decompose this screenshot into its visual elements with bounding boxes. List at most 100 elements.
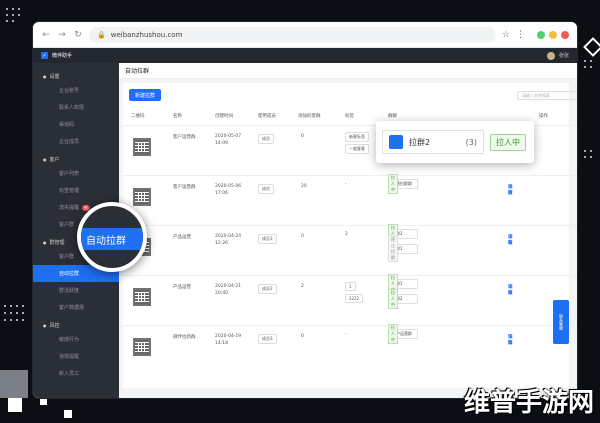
menu-dots-icon[interactable]: ⋮ — [516, 30, 525, 40]
address-bar[interactable]: 🔒 weibanzhushou.com — [89, 26, 496, 43]
column-header: 名称 — [173, 114, 182, 119]
sidebar-item[interactable]: 新入员工 — [33, 365, 119, 382]
sidebar-item[interactable]: 群活跃度 — [33, 282, 119, 299]
sidebar-item[interactable]: 客户列表 — [33, 165, 119, 182]
row-date: 2020-04-21 — [215, 284, 242, 289]
sidebar-item-label: 违规提醒 — [59, 354, 80, 360]
app-logo-icon: ✓ — [41, 52, 48, 59]
tag-chip: - — [345, 332, 347, 337]
group-name: 拉群2 — [409, 137, 431, 147]
column-header: 添加的客群 — [298, 114, 321, 119]
sidebar-item[interactable]: 敏感行为 — [33, 331, 119, 348]
forward-icon[interactable]: → — [57, 30, 67, 40]
contact-support-button[interactable]: 联系客服 — [553, 300, 569, 344]
table-row: 产品运营2020-04-2120:40成员3212222拉群1(0)拉人中拉群2… — [123, 274, 577, 325]
row-time: 14:09 — [215, 141, 228, 146]
row-date: 2020-04-24 — [215, 234, 242, 239]
member-button[interactable]: 成员3 — [258, 334, 277, 344]
qr-code-image[interactable] — [133, 338, 151, 356]
sidebar-group-1[interactable]: ● 客户 — [33, 150, 119, 165]
user-icon: ● — [43, 157, 47, 162]
new-group-button[interactable]: 新建拉群 — [129, 89, 162, 101]
sidebar-item[interactable]: 违规提醒 — [33, 348, 119, 365]
sidebar-group-label: 风控 — [49, 323, 60, 329]
row-time: 14:18 — [215, 341, 228, 346]
tag-chip: 一般客客 — [345, 144, 369, 154]
status-badge: 停止拉群 — [388, 236, 398, 262]
row-name: 客户运营群 — [173, 185, 196, 190]
sidebar-item-label: 客户数据报 — [59, 305, 85, 311]
sidebar-item-label: 标签管理 — [59, 188, 80, 194]
qr-code-image[interactable] — [133, 288, 151, 306]
lock-icon: 🔒 — [97, 30, 106, 39]
column-header: 标签 — [345, 114, 354, 119]
watermark: 维普手游网 — [463, 388, 594, 418]
sidebar-item[interactable]: 联系人权限 — [33, 99, 119, 116]
action-link[interactable]: 编辑 — [508, 234, 513, 246]
row-time: 12:26 — [215, 241, 228, 246]
row-time: 17:06 — [215, 191, 228, 196]
action-link[interactable]: 编辑 — [508, 334, 513, 346]
back-icon[interactable]: ← — [41, 30, 51, 40]
group-item[interactable]: 👤 拉群2 (3) — [382, 130, 484, 154]
sidebar-item[interactable]: 企业成员 — [33, 133, 119, 150]
action-link[interactable]: 编辑 — [508, 284, 513, 296]
group-icon: 👤 — [389, 135, 403, 149]
row-name: 客户运营群 — [173, 135, 196, 140]
column-header: 创建时间 — [215, 114, 233, 119]
qr-code-image[interactable] — [133, 138, 151, 156]
magnified-menu-item[interactable]: 自动拉群 — [81, 228, 143, 250]
row-date: 2020-05-07 — [215, 134, 242, 139]
reload-icon[interactable]: ↻ — [73, 30, 83, 40]
sidebar-item[interactable]: 渠道码 — [33, 116, 119, 133]
tag-chip: 1 — [345, 282, 356, 291]
sidebar-item-label: 新入员工 — [59, 371, 80, 377]
sidebar-item-label: 流失提醒 — [59, 205, 80, 211]
search-input[interactable]: 请输入名称搜索 — [517, 91, 577, 100]
sidebar-item[interactable]: 企业账号 — [33, 82, 119, 99]
sidebar-item-label: 企业账号 — [59, 88, 80, 94]
row-time: 20:40 — [215, 291, 228, 296]
sidebar-group-0[interactable]: ● 设置 — [33, 67, 119, 82]
action-link[interactable]: 编辑 — [508, 184, 513, 196]
sidebar-item-label: 群活跃度 — [59, 288, 80, 294]
row-name: 产品运营 — [173, 235, 191, 240]
maximize-icon[interactable] — [537, 30, 545, 39]
row-count: 2 — [301, 284, 304, 289]
minimize-icon[interactable] — [549, 30, 557, 39]
sidebar-item-label: 敏感行为 — [59, 337, 80, 343]
status-badge: 拉人中 — [490, 133, 526, 151]
app-name: 微伴助手 — [52, 53, 73, 59]
qr-code-image[interactable] — [133, 188, 151, 206]
member-button[interactable]: 成员3 — [258, 284, 277, 294]
member-button[interactable]: 成员 — [258, 134, 274, 144]
member-button[interactable]: 成员 — [258, 184, 274, 194]
sidebar-item-label: 客户列表 — [59, 171, 80, 177]
bookmark-star-icon[interactable]: ☆ — [502, 30, 510, 40]
tag-chip: - — [345, 182, 347, 187]
table-row: 微伴拉新群2020-04-1914:18成员30-客户运营群(0)拉人中详情下载… — [123, 324, 577, 375]
table-row: 客户运营群2020-05-0617:06成员20-运营拉群群(0)拉人中详情下载… — [123, 174, 577, 225]
avatar — [546, 51, 555, 60]
gear-icon: ● — [43, 74, 47, 79]
row-count: 20 — [301, 184, 307, 189]
sidebar-item[interactable]: 客户数据报 — [33, 299, 119, 316]
row-name: 产品运营 — [173, 285, 191, 290]
sidebar-item[interactable]: 标签管理 — [33, 182, 119, 199]
status-badge: 拉人中 — [388, 174, 398, 194]
page-title: 自动拉群 — [119, 63, 577, 79]
group-count: (3) — [465, 137, 477, 147]
sidebar-group-label: 群管理 — [49, 240, 65, 246]
table-row: 产品运营2020-04-2412:26成员302拉群2(3)拉人中拉群1(0)停… — [123, 224, 577, 275]
close-icon[interactable] — [561, 30, 569, 39]
sidebar-item-label: 客户群 — [59, 222, 75, 228]
sidebar-item-label: 联系人权限 — [59, 105, 85, 111]
support-label: 联系客服 — [559, 314, 564, 330]
member-button[interactable]: 成员3 — [258, 234, 277, 244]
row-count: 0 — [301, 134, 304, 139]
sidebar-group-3[interactable]: ● 风控 — [33, 316, 119, 331]
tag-chip: 2222 — [345, 294, 364, 303]
user-menu[interactable]: 张张 — [546, 51, 569, 60]
column-header: 二维码 — [131, 114, 145, 119]
row-date: 2020-05-06 — [215, 184, 242, 189]
